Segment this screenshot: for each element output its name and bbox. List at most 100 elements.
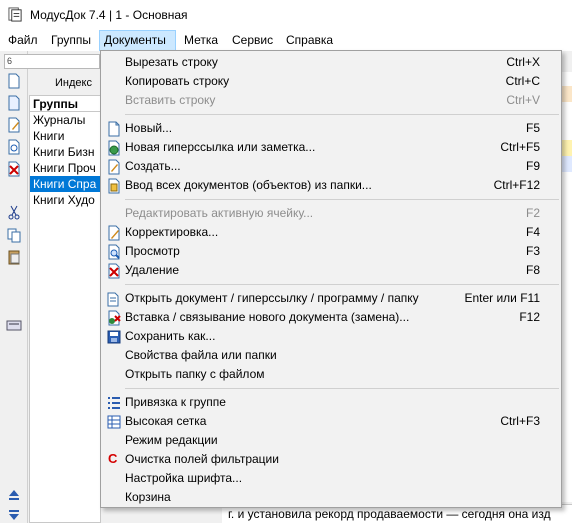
menu-separator (125, 284, 559, 285)
globe-document-icon (108, 140, 120, 156)
cut-icon[interactable] (6, 205, 22, 221)
menu-item-label: Свойства файла или папки (125, 348, 277, 362)
document-icon[interactable] (6, 95, 22, 111)
menu-separator (125, 114, 559, 115)
menu-item-shortcut: F9 (525, 159, 540, 173)
menu-item-open[interactable]: Открыть документ / гиперссылку / програм… (102, 289, 560, 308)
menu-item-shortcut: Ctrl+F5 (500, 140, 540, 154)
copy-icon[interactable] (6, 227, 22, 243)
open-document-icon (107, 292, 119, 307)
view-magnifier-icon (108, 244, 120, 260)
menu-item-cut-row[interactable]: Вырезать строку Ctrl+X (102, 53, 560, 72)
group-row[interactable]: Книги (30, 128, 100, 144)
menu-item-shortcut: Ctrl+F12 (493, 178, 540, 192)
menu-help[interactable]: Справка (282, 30, 337, 51)
index-tab[interactable]: Индекс (29, 72, 101, 94)
folder-import-icon (108, 178, 120, 194)
menu-item-label: Новая гиперссылка или заметка... (125, 140, 316, 154)
menu-item-label: Редактировать активную ячейку... (125, 206, 314, 220)
menu-item-shortcut: F8 (525, 263, 540, 277)
groups-header: Группы (30, 96, 100, 112)
menu-item-delete[interactable]: Удаление F8 (102, 261, 560, 280)
move-down-icon[interactable] (6, 507, 22, 523)
menu-bar: Файл Группы Документы Метка Сервис Справ… (0, 30, 572, 51)
menu-item-edit-mode[interactable]: Режим редакции (102, 431, 560, 450)
left-toolbar (0, 51, 28, 523)
menu-item-group-binding[interactable]: Привязка к группе (102, 393, 560, 412)
save-icon (107, 330, 121, 344)
delete-document-icon (108, 263, 120, 279)
menu-item-trash[interactable]: Корзина (102, 488, 560, 507)
menu-item-label: Удаление (125, 263, 180, 277)
menu-item-file-properties[interactable]: Свойства файла или папки (102, 346, 560, 365)
clear-filter-icon: C (108, 451, 118, 466)
menu-item-correct[interactable]: Корректировка... F4 (102, 223, 560, 242)
menu-item-label: Корзина (125, 490, 171, 504)
menu-item-shortcut: Ctrl+X (506, 55, 540, 69)
menu-groups[interactable]: Группы (47, 30, 95, 51)
keyboard-icon[interactable] (6, 317, 22, 333)
menu-item-new-hyperlink[interactable]: Новая гиперссылка или заметка... Ctrl+F5 (102, 138, 560, 157)
menu-item-paste-row[interactable]: Вставить строку Ctrl+V (102, 91, 560, 110)
menu-item-label: Просмотр (125, 244, 180, 258)
new-document-icon (108, 121, 120, 137)
menu-item-shortcut: Ctrl+F3 (500, 414, 540, 428)
menu-item-label: Очистка полей фильтрации (125, 452, 279, 466)
menu-item-label: Привязка к группе (125, 395, 226, 409)
menu-item-copy-row[interactable]: Копировать строку Ctrl+C (102, 72, 560, 91)
menu-item-shortcut: Enter или F11 (464, 291, 540, 305)
filter-combo[interactable]: 6 (4, 54, 100, 69)
move-up-icon[interactable] (6, 487, 22, 503)
menu-item-open-folder[interactable]: Открыть папку с файлом (102, 365, 560, 384)
group-binding-icon (108, 397, 120, 409)
group-row[interactable]: Книги Худо (30, 192, 100, 208)
menu-item-label: Открыть документ / гиперссылку / програм… (125, 291, 419, 305)
create-document-icon (108, 159, 120, 175)
menu-item-view[interactable]: Просмотр F3 (102, 242, 560, 261)
menu-item-shortcut: F5 (525, 121, 540, 135)
group-row[interactable]: Книги Бизн (30, 144, 100, 160)
menu-item-label: Режим редакции (125, 433, 218, 447)
menu-item-shortcut: Ctrl+C (505, 74, 540, 88)
menu-documents[interactable]: Документы (99, 30, 176, 51)
menu-item-insert-link[interactable]: Вставка / связывание нового документа (з… (102, 308, 560, 327)
menu-item-clear-filter[interactable]: C Очистка полей фильтрации (102, 450, 560, 469)
insert-link-icon (108, 310, 121, 326)
menu-item-label: Ввод всех документов (объектов) из папки… (125, 178, 372, 192)
menu-file[interactable]: Файл (4, 30, 42, 51)
menu-service[interactable]: Сервис (228, 30, 277, 51)
menu-item-shortcut: Ctrl+V (506, 93, 540, 107)
menu-item-label: Создать... (125, 159, 181, 173)
app-logo-icon (8, 7, 22, 22)
menu-item-import-folder[interactable]: Ввод всех документов (объектов) из папки… (102, 176, 560, 195)
groups-panel: Группы Журналы Книги Книги Бизн Книги Пр… (29, 95, 101, 523)
edit-document-icon[interactable] (6, 117, 22, 133)
group-row[interactable]: Журналы (30, 112, 100, 128)
menu-item-tall-grid[interactable]: Высокая сетка Ctrl+F3 (102, 412, 560, 431)
menu-item-create[interactable]: Создать... F9 (102, 157, 560, 176)
window-title: МодусДок 7.4 | 1 - Основная (30, 8, 188, 22)
menu-separator (125, 199, 559, 200)
menu-item-label: Открыть папку с файлом (125, 367, 265, 381)
menu-item-new[interactable]: Новый... F5 (102, 119, 560, 138)
tall-grid-icon (107, 415, 121, 429)
view-magnifier-icon[interactable] (6, 139, 22, 155)
menu-item-save-as[interactable]: Сохранить как... (102, 327, 560, 346)
menu-item-label: Новый... (125, 121, 173, 135)
menu-item-font-settings[interactable]: Настройка шрифта... (102, 469, 560, 488)
menu-item-label: Высокая сетка (125, 414, 207, 428)
new-document-icon[interactable] (6, 73, 22, 89)
paste-icon[interactable] (6, 249, 22, 265)
menu-separator (125, 388, 559, 389)
menu-item-label: Вырезать строку (125, 55, 218, 69)
delete-document-icon[interactable] (6, 161, 22, 177)
menu-item-label: Сохранить как... (125, 329, 216, 343)
menu-label[interactable]: Метка (180, 30, 222, 51)
documents-menu: Вырезать строку Ctrl+X Копировать строку… (100, 50, 562, 508)
menu-item-edit-cell[interactable]: Редактировать активную ячейку... F2 (102, 204, 560, 223)
edit-document-icon (108, 225, 120, 241)
menu-item-shortcut: F2 (525, 206, 540, 220)
menu-item-shortcut: F12 (519, 310, 540, 324)
group-row[interactable]: Книги Проч (30, 160, 100, 176)
group-row-selected[interactable]: Книги Спра (30, 176, 100, 192)
